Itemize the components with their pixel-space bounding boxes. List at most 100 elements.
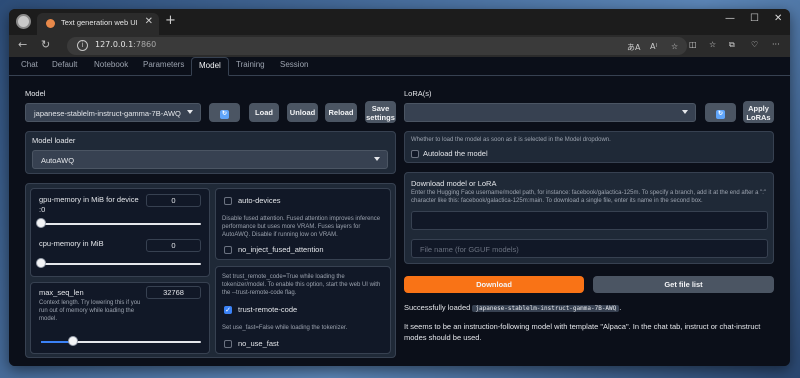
auto-devices-checkbox[interactable] [224, 197, 232, 205]
model-path-input[interactable] [411, 211, 768, 230]
load-status: Successfully loaded japanese-stablelm-in… [404, 303, 621, 312]
autoload-block: Whether to load the model as soon as it … [404, 131, 774, 163]
max-seq-len-desc: Context length. Try lowering this if you… [39, 300, 141, 322]
favicon-icon [46, 19, 55, 28]
seq-len-block: max_seq_len 32768 Context length. Try lo… [30, 282, 210, 354]
get-file-list-button[interactable]: Get file list [593, 276, 774, 293]
profile-avatar[interactable] [16, 14, 31, 29]
model-dropdown-value: japanese-stablelm-instruct-gamma-7B-AWQ [34, 109, 181, 118]
browser-tab[interactable]: Text generation web UI ✕ [37, 13, 159, 35]
cpu-memory-label: cpu-memory in MiB [39, 239, 104, 248]
url-field[interactable]: i 127.0.0.1:7860 あA A⁾ ☆ [67, 37, 687, 55]
autoload-checkbox[interactable] [411, 150, 419, 158]
tab-model[interactable]: Model [191, 57, 229, 76]
apply-label-1: Apply [748, 104, 769, 113]
trust-remote-code-desc: Set trust_remote_code=True while loading… [222, 274, 381, 296]
site-info-icon[interactable]: i [77, 40, 88, 51]
autoload-desc: Whether to load the model as soon as it … [411, 137, 611, 143]
load-status-suffix: . [619, 303, 622, 312]
favorites-icon[interactable]: ☆ [709, 40, 716, 49]
translate-icon[interactable]: あA [627, 42, 640, 53]
tab-parameters[interactable]: Parameters [143, 60, 184, 69]
title-bar: Text generation web UI ✕ + — ☐ ✕ [9, 9, 790, 35]
gpu-memory-slider[interactable] [41, 223, 201, 225]
reload-icon[interactable]: ↻ [41, 38, 50, 51]
load-status-prefix: Successfully loaded [404, 303, 471, 312]
back-icon[interactable]: ← [18, 38, 27, 51]
save-settings-button[interactable]: Save settings [365, 101, 396, 123]
refresh-models-button[interactable]: ↻ [209, 103, 240, 122]
loaded-model-name: japanese-stablelm-instruct-gamma-7B-AWQ [472, 305, 620, 312]
fused-attention-desc: Disable fused attention. Fused attention… [222, 216, 381, 238]
download-desc: Enter the Hugging Face username/model pa… [411, 190, 767, 204]
trust-remote-code-checkbox[interactable]: ✓ [224, 306, 232, 314]
close-tab-icon[interactable]: ✕ [145, 16, 153, 27]
load-button[interactable]: Load [249, 103, 279, 122]
refresh-icon: ↻ [716, 110, 725, 119]
file-name-placeholder: File name (for GGUF models) [420, 245, 519, 254]
auto-devices-label: auto-devices [238, 196, 281, 205]
tab-training[interactable]: Training [236, 60, 265, 69]
no-inject-fused-attention-checkbox[interactable] [224, 246, 232, 254]
refresh-icon: ↻ [220, 110, 229, 119]
split-screen-icon[interactable]: ◫ [689, 40, 697, 49]
gpu-memory-label-2: :0 [39, 205, 46, 214]
apply-loras-button[interactable]: Apply LoRAs [743, 101, 774, 123]
new-tab-icon[interactable]: + [165, 13, 176, 28]
tab-title: Text generation web UI [61, 18, 138, 27]
more-menu-icon[interactable]: ··· [772, 40, 780, 49]
max-seq-len-slider-knob[interactable] [68, 336, 78, 346]
chevron-down-icon [374, 157, 380, 161]
tab-notebook[interactable]: Notebook [94, 60, 128, 69]
cpu-memory-slider-knob[interactable] [36, 258, 46, 268]
gpu-memory-input[interactable]: 0 [146, 194, 201, 207]
no-inject-fused-attention-label: no_inject_fused_attention [238, 245, 324, 254]
collections-icon[interactable]: ⧉ [729, 40, 735, 50]
apply-label-2: LoRAs [746, 113, 771, 122]
template-message: It seems to be an instruction-following … [404, 322, 761, 342]
refresh-lora-button[interactable]: ↻ [705, 103, 736, 122]
chevron-down-icon [187, 110, 193, 114]
save-label-2: settings [366, 113, 395, 122]
lora-label: LoRA(s) [404, 89, 432, 98]
close-window-icon[interactable]: ✕ [774, 13, 782, 24]
tab-session[interactable]: Session [280, 60, 308, 69]
file-name-input[interactable]: File name (for GGUF models) [411, 239, 768, 258]
model-loader-value: AutoAWQ [41, 156, 75, 165]
minimize-icon[interactable]: — [725, 13, 735, 24]
tab-chat[interactable]: Chat [21, 60, 38, 69]
no-use-fast-checkbox[interactable] [224, 340, 232, 348]
download-title: Download model or LoRA [411, 179, 497, 188]
address-bar: ← ↻ i 127.0.0.1:7860 あA A⁾ ☆ ◫ ☆ ⧉ ♡ ··· [9, 35, 790, 57]
attention-block: auto-devices Disable fused attention. Fu… [215, 188, 391, 260]
max-seq-len-input[interactable]: 32768 [146, 286, 201, 299]
model-loader-dropdown[interactable]: AutoAWQ [32, 150, 388, 169]
reload-button[interactable]: Reload [325, 103, 357, 122]
maximize-icon[interactable]: ☐ [750, 13, 759, 24]
unload-button[interactable]: Unload [287, 103, 318, 122]
trust-remote-code-label: trust-remote-code [238, 305, 298, 314]
url-text: 127.0.0.1:7860 [95, 40, 157, 49]
gpu-memory-slider-knob[interactable] [36, 218, 46, 228]
model-loader-block: Model loader AutoAWQ [25, 131, 396, 174]
no-use-fast-label: no_use_fast [238, 339, 279, 348]
favorite-star-icon[interactable]: ☆ [671, 42, 678, 51]
loader-params-panel: gpu-memory in MiB for device :0 0 cpu-me… [25, 183, 396, 358]
copilot-icon[interactable]: ♡ [751, 40, 758, 49]
chevron-down-icon [682, 110, 688, 114]
download-button[interactable]: Download [404, 276, 584, 293]
read-aloud-icon[interactable]: A⁾ [650, 42, 657, 51]
tab-default[interactable]: Default [52, 60, 77, 69]
gpu-memory-label: gpu-memory in MiB for device [39, 195, 139, 204]
browser-window: Text generation web UI ✕ + — ☐ ✕ ← ↻ i 1… [9, 9, 790, 366]
model-label: Model [25, 89, 46, 98]
max-seq-len-label: max_seq_len [39, 288, 84, 297]
cpu-memory-input[interactable]: 0 [146, 239, 201, 252]
main-tabs: Chat Default Notebook Parameters Model T… [9, 57, 790, 76]
no-use-fast-desc: Set use_fast=False while loading the tok… [222, 325, 348, 331]
model-loader-label: Model loader [32, 136, 76, 145]
save-label-1: Save [371, 104, 390, 113]
lora-dropdown[interactable] [404, 103, 696, 122]
model-dropdown[interactable]: japanese-stablelm-instruct-gamma-7B-AWQ [25, 103, 201, 122]
cpu-memory-slider[interactable] [41, 263, 201, 265]
